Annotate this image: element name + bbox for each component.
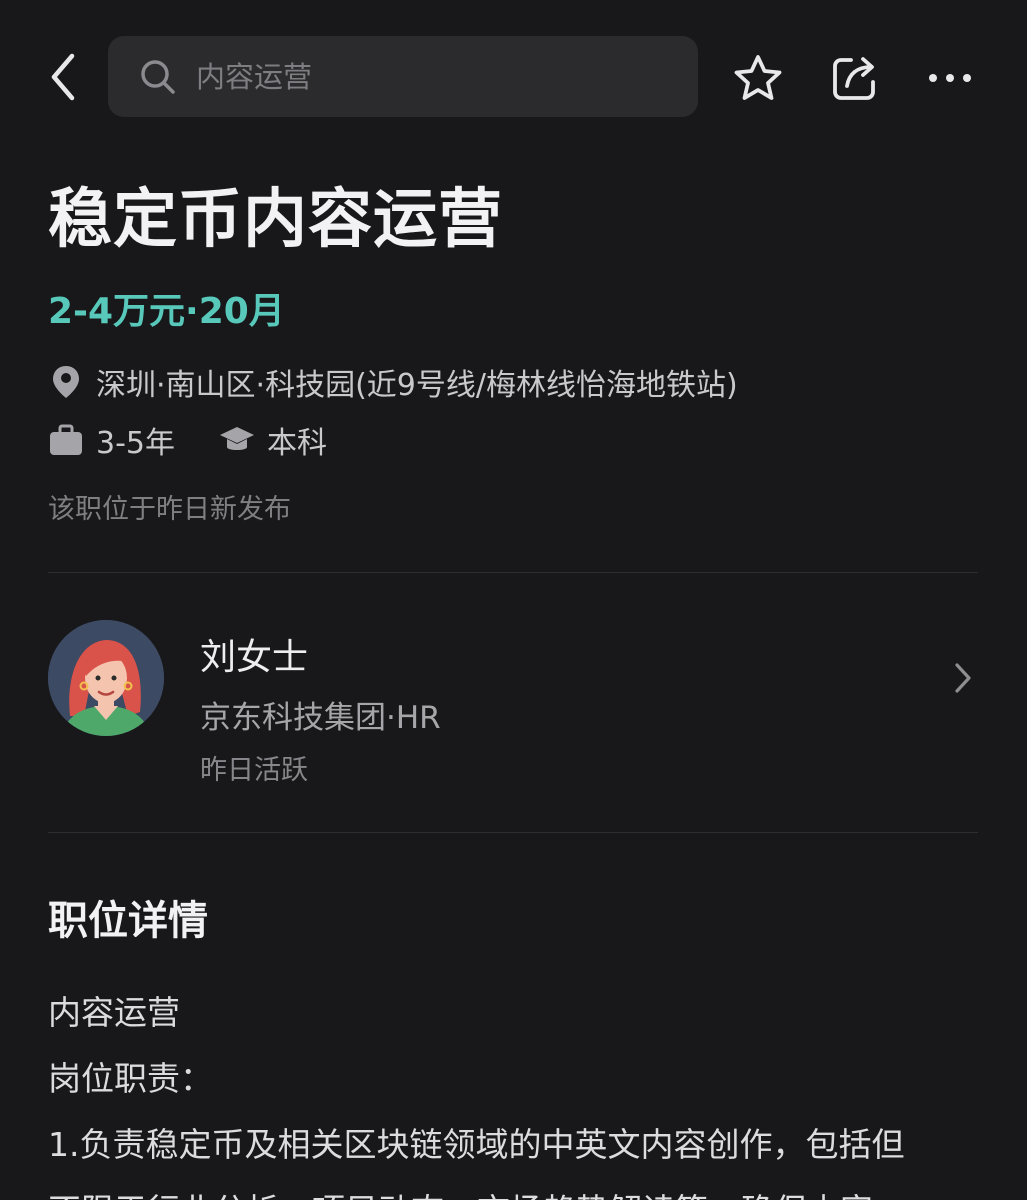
star-icon bbox=[734, 55, 782, 100]
avatar bbox=[48, 620, 164, 736]
location-text: 深圳·南山区·科技园(近9号线/梅林线怡海地铁站) bbox=[96, 368, 738, 403]
share-icon bbox=[833, 57, 875, 100]
job-requirements: 3-5年 本科 bbox=[48, 418, 327, 462]
back-button[interactable] bbox=[38, 50, 88, 104]
job-description: 内容运营 岗位职责： 1.负责稳定币及相关区块链领域的中英文内容创作，包括但 不… bbox=[48, 980, 988, 1200]
divider bbox=[48, 832, 978, 833]
back-icon bbox=[51, 53, 75, 101]
recruiter-company: 京东科技集团·HR bbox=[200, 700, 441, 736]
briefcase-icon bbox=[48, 422, 84, 458]
share-button[interactable] bbox=[827, 50, 883, 106]
recruiter-activity: 昨日活跃 bbox=[200, 755, 308, 786]
job-detail-page: 稳定币内容运营 2-4万元·20月 深圳·南山区·科技园(近9号线/梅林线怡海地… bbox=[0, 0, 1027, 1200]
search-input[interactable] bbox=[196, 59, 676, 94]
location-pin-icon bbox=[48, 364, 84, 400]
education-text: 本科 bbox=[267, 426, 327, 461]
section-title-job-details: 职位详情 bbox=[48, 898, 208, 944]
graduation-cap-icon bbox=[219, 422, 255, 458]
job-location[interactable]: 深圳·南山区·科技园(近9号线/梅林线怡海地铁站) bbox=[48, 360, 738, 404]
more-button[interactable] bbox=[922, 50, 978, 106]
favorite-button[interactable] bbox=[730, 50, 786, 106]
salary: 2-4万元·20月 bbox=[48, 291, 285, 332]
top-bar bbox=[0, 0, 1027, 150]
recruiter-name: 刘女士 bbox=[200, 637, 309, 678]
posted-note: 该职位于昨日新发布 bbox=[48, 494, 291, 525]
recruiter-card[interactable]: 刘女士 京东科技集团·HR 昨日活跃 bbox=[48, 620, 978, 786]
description-line: 不限于行业分析、项目动态、市场趋势解读等，确保内容 bbox=[48, 1178, 988, 1200]
experience-text: 3-5年 bbox=[96, 426, 175, 461]
description-line: 1.负责稳定币及相关区块链领域的中英文内容创作，包括但 bbox=[48, 1125, 905, 1164]
divider bbox=[48, 572, 978, 573]
chevron-right-icon bbox=[948, 660, 978, 696]
more-icon bbox=[929, 74, 971, 82]
search-icon bbox=[138, 57, 178, 97]
job-title: 稳定币内容运营 bbox=[48, 183, 503, 257]
search-bar[interactable] bbox=[108, 36, 698, 117]
description-line: 岗位职责： bbox=[48, 1059, 213, 1098]
description-line: 内容运营 bbox=[48, 993, 180, 1032]
